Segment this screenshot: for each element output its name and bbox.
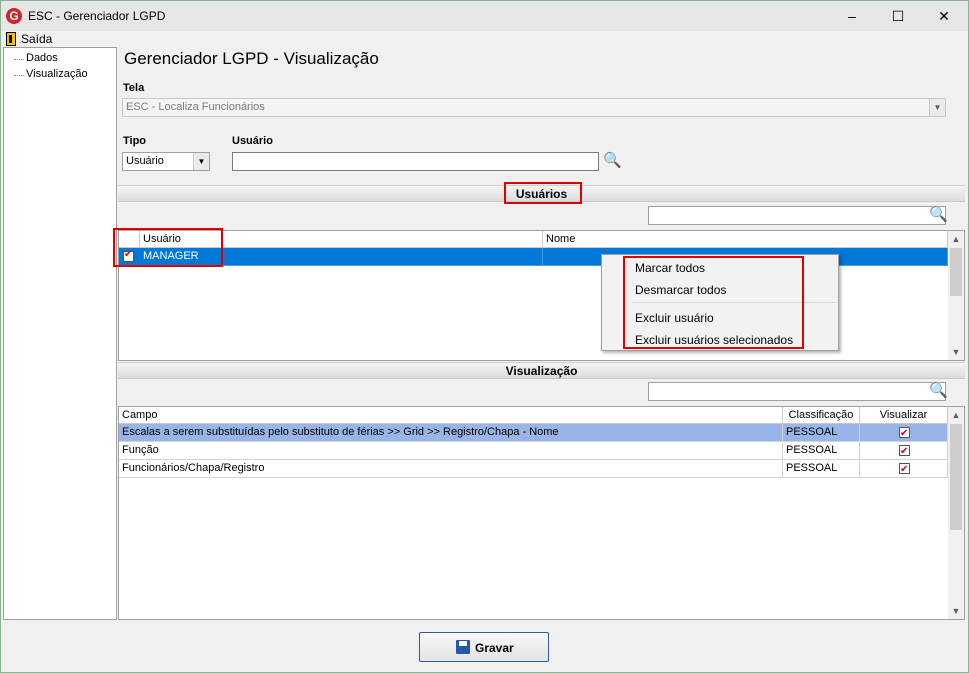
title-bar: G ESC - Gerenciador LGPD – ☐ ✕ [1, 1, 968, 31]
cell-campo: Funcionários/Chapa/Registro [119, 460, 783, 478]
cell-campo: Escalas a serem substituídas pelo substi… [119, 424, 783, 442]
view-filter-input[interactable] [648, 382, 946, 401]
page-title: Gerenciador LGPD - Visualização [124, 49, 379, 68]
visualizar-checkbox[interactable] [899, 461, 910, 477]
maximize-button[interactable]: ☐ [875, 1, 921, 31]
users-scrollbar[interactable]: ▲ ▼ [948, 231, 964, 360]
menu-bar: Saída [1, 31, 968, 47]
chevron-down-icon: ▼ [929, 99, 945, 116]
chevron-down-icon: ▼ [193, 153, 209, 170]
scroll-down-icon[interactable]: ▼ [948, 344, 964, 360]
navigation-tree: Dados Visualização [3, 47, 117, 620]
scroll-up-icon[interactable]: ▲ [948, 231, 964, 247]
view-scrollbar[interactable]: ▲ ▼ [948, 407, 964, 619]
column-header-check [119, 231, 140, 248]
users-section-header: Usuários [118, 185, 965, 202]
cell-classificacao: PESSOAL [783, 460, 860, 478]
tree-connector [14, 59, 24, 60]
cell-classificacao: PESSOAL [783, 424, 860, 442]
cell-classificacao: PESSOAL [783, 442, 860, 460]
menu-item-deselect-all[interactable]: Desmarcar todos [635, 283, 726, 297]
search-icon[interactable]: 🔍 [603, 151, 622, 169]
save-button[interactable]: Gravar [419, 632, 549, 662]
exit-door-icon [6, 32, 16, 46]
app-window: G ESC - Gerenciador LGPD – ☐ ✕ Saída Dad… [0, 0, 969, 673]
scroll-down-icon[interactable]: ▼ [948, 603, 964, 619]
tipo-label: Tipo [123, 135, 147, 147]
tipo-select[interactable]: Usuário ▼ [122, 152, 210, 171]
users-section-title: Usuários [515, 187, 568, 201]
view-grid: Campo Classificação Visualizar Escalas a… [118, 406, 965, 620]
tree-item-visualizacao[interactable]: Visualização [26, 68, 88, 80]
view-section-title: Visualização [505, 364, 578, 378]
cell-visualizar [860, 424, 948, 442]
column-header-classificacao[interactable]: Classificação [783, 407, 860, 424]
cell-campo: Função [119, 442, 783, 460]
column-header-campo[interactable]: Campo [119, 407, 783, 424]
table-row[interactable]: Funcionários/Chapa/Registro PESSOAL [119, 460, 948, 478]
tela-select[interactable]: ESC - Localiza Funcionários ▼ [122, 98, 946, 117]
menu-item-delete-selected-users[interactable]: Excluir usuários selecionados [635, 333, 793, 347]
visualizar-checkbox[interactable] [899, 425, 910, 441]
cell-visualizar [860, 460, 948, 478]
column-header-nome[interactable]: Nome [543, 231, 948, 248]
cell-visualizar [860, 442, 948, 460]
menu-item-delete-user[interactable]: Excluir usuário [635, 311, 714, 325]
usuario-label: Usuário [232, 135, 273, 147]
close-button[interactable]: ✕ [921, 1, 967, 31]
tree-connector [14, 75, 24, 76]
tela-select-value: ESC - Localiza Funcionários [126, 101, 265, 113]
usuario-search-input[interactable] [232, 152, 599, 171]
table-row[interactable]: Escalas a serem substituídas pelo substi… [119, 424, 948, 442]
search-icon[interactable]: 🔍 [929, 205, 948, 223]
row-checkbox[interactable] [123, 249, 134, 262]
scroll-thumb[interactable] [950, 424, 962, 530]
menu-separator [632, 302, 836, 303]
context-menu: Marcar todos Desmarcar todos Excluir usu… [601, 254, 839, 351]
scroll-up-icon[interactable]: ▲ [948, 407, 964, 423]
users-filter-input[interactable] [648, 206, 946, 225]
window-title: ESC - Gerenciador LGPD [28, 9, 166, 23]
search-icon[interactable]: 🔍 [929, 381, 948, 399]
app-logo-icon: G [6, 8, 22, 24]
column-header-usuario[interactable]: Usuário [140, 231, 543, 248]
floppy-disk-icon [456, 640, 470, 654]
cell-usuario: MANAGER [140, 248, 543, 266]
view-section-header: Visualização [118, 362, 965, 379]
scroll-thumb[interactable] [950, 248, 962, 296]
minimize-button[interactable]: – [829, 1, 875, 31]
save-button-label: Gravar [475, 641, 514, 655]
table-row[interactable]: Função PESSOAL [119, 442, 948, 460]
tree-item-dados[interactable]: Dados [26, 52, 58, 64]
visualizar-checkbox[interactable] [899, 443, 910, 459]
column-header-visualizar[interactable]: Visualizar [860, 407, 948, 424]
menu-item-exit[interactable]: Saída [21, 32, 52, 46]
tipo-select-value: Usuário [126, 155, 164, 167]
menu-item-select-all[interactable]: Marcar todos [635, 261, 705, 275]
tela-label: Tela [123, 82, 145, 94]
